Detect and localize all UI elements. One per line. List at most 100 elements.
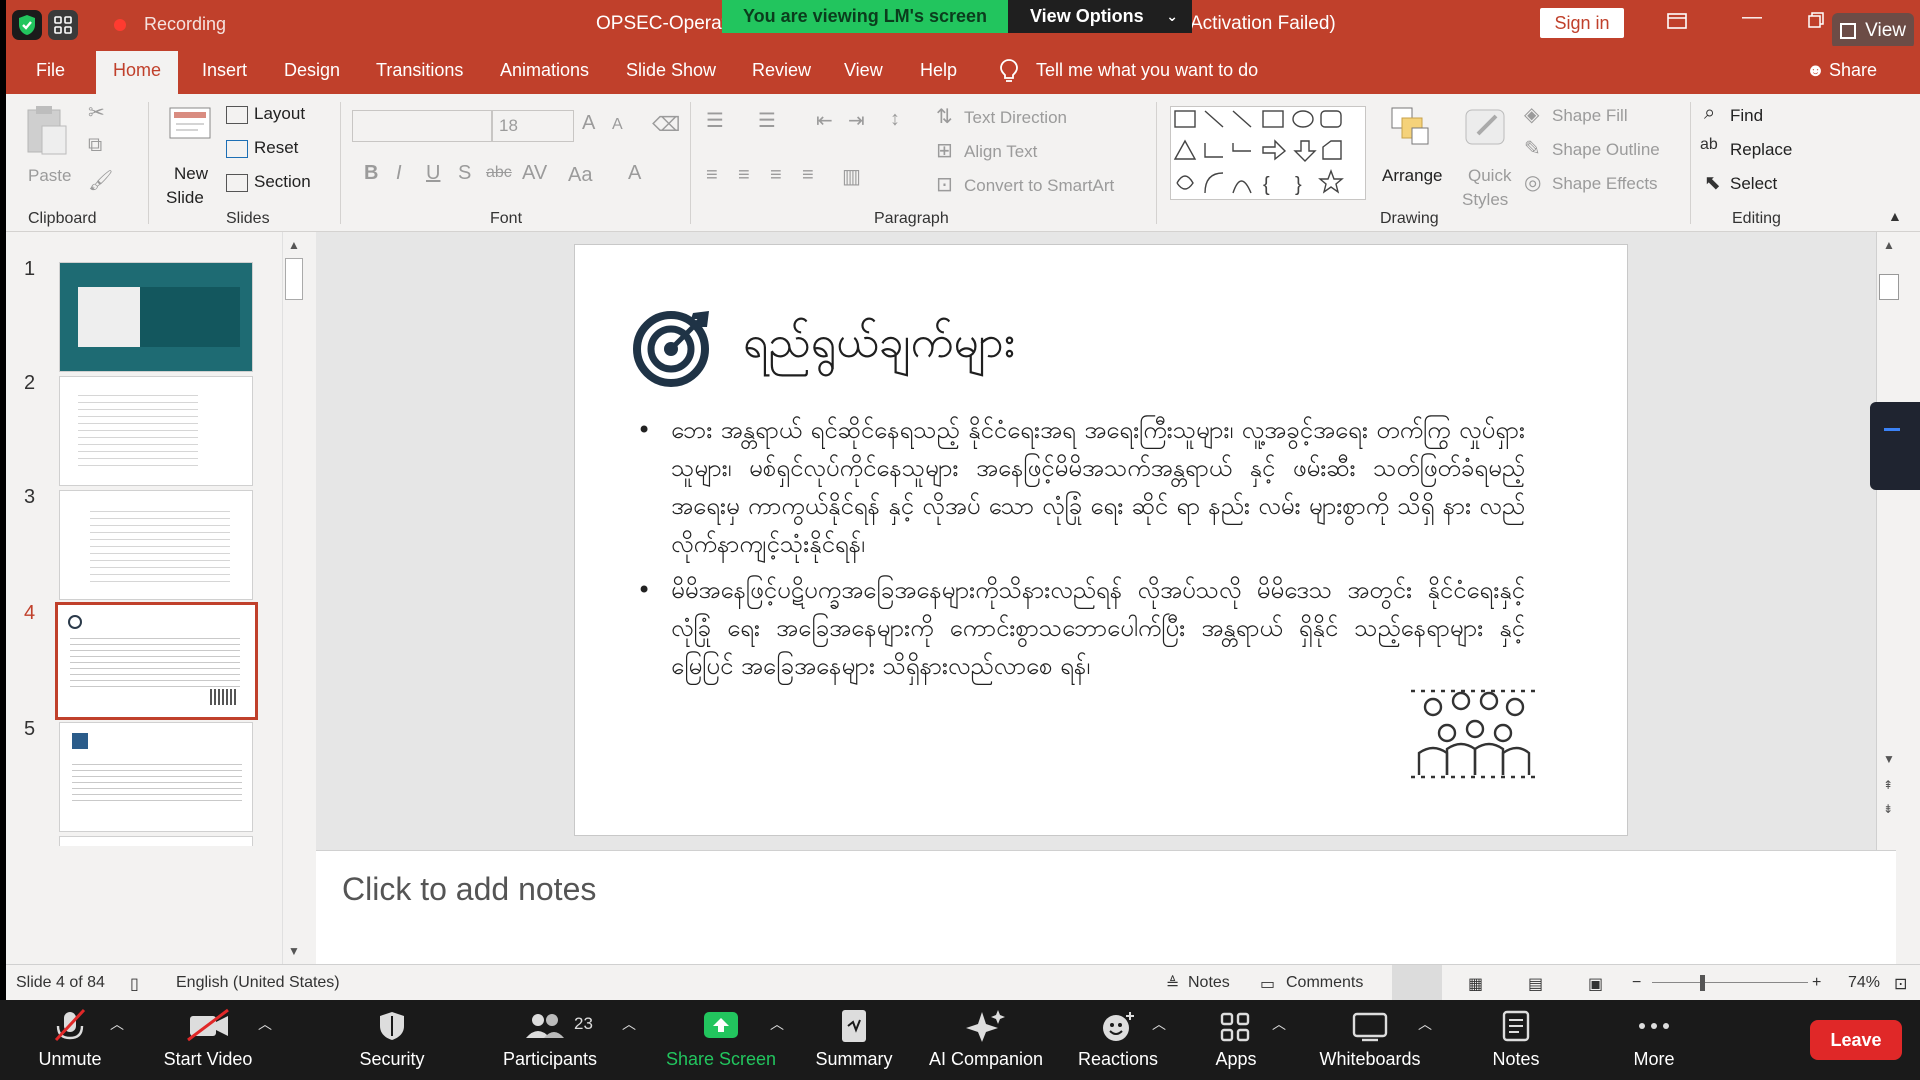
caret-up-icon[interactable]: ︿ — [110, 1014, 124, 1034]
tab-transitions[interactable]: Transitions — [376, 60, 463, 81]
select-button[interactable]: Select — [1730, 174, 1777, 194]
ai-companion-button[interactable]: AI Companion — [920, 1000, 1052, 1080]
shadow-icon[interactable]: S — [458, 162, 471, 185]
char-spacing-icon[interactable]: AV — [522, 162, 547, 185]
share-button[interactable]: ☻ Share — [1806, 60, 1877, 81]
language[interactable]: English (United States) — [176, 974, 340, 992]
font-size-combo[interactable]: 18 — [492, 110, 574, 142]
bullet-item[interactable]: မိမိအနေဖြင့်ပဋိပက္ခအခြေအနေများကိုသိနားလည… — [635, 571, 1525, 685]
apps-button[interactable]: Apps — [1190, 1000, 1282, 1080]
slide-thumbnail-6-partial[interactable] — [59, 836, 253, 846]
tab-review[interactable]: Review — [752, 60, 811, 81]
find-button[interactable]: Find — [1730, 106, 1763, 126]
cut-icon[interactable]: ✂ — [88, 100, 105, 125]
caret-up-icon[interactable]: ︿ — [1152, 1014, 1166, 1034]
caret-up-icon[interactable]: ︿ — [1272, 1014, 1286, 1034]
tab-design[interactable]: Design — [284, 60, 340, 81]
tab-slide-show[interactable]: Slide Show — [626, 60, 716, 81]
scroll-thumb[interactable] — [285, 258, 303, 300]
decrease-font-icon[interactable]: A — [612, 116, 623, 134]
scroll-up-icon[interactable]: ▲ — [288, 238, 300, 252]
tab-animations[interactable]: Animations — [500, 60, 589, 81]
notes-placeholder[interactable]: Click to add notes — [342, 871, 596, 908]
caret-up-icon[interactable]: ︿ — [1418, 1014, 1432, 1034]
ribbon-display-icon[interactable] — [1666, 10, 1688, 38]
collapse-ribbon-icon[interactable]: ▲ — [1888, 208, 1902, 224]
slide-sorter-icon[interactable]: ▦ — [1468, 974, 1483, 994]
slide-thumbnail-1[interactable] — [59, 262, 253, 372]
tab-insert[interactable]: Insert — [202, 60, 247, 81]
normal-view-icon[interactable] — [1392, 965, 1442, 1000]
increase-font-icon[interactable]: A — [582, 112, 595, 135]
scroll-up-icon[interactable]: ▲ — [1883, 238, 1895, 252]
justify-icon[interactable]: ≡ — [802, 164, 814, 187]
zoom-out-icon[interactable]: − — [1632, 974, 1641, 992]
bullets-icon[interactable]: ☰ — [706, 108, 724, 133]
security-button[interactable]: Security — [346, 1000, 438, 1080]
notes-toggle[interactable]: Notes — [1188, 974, 1230, 992]
sign-in-button[interactable]: Sign in — [1540, 8, 1624, 38]
align-center-icon[interactable]: ≡ — [738, 164, 750, 187]
reading-view-icon[interactable]: ▤ — [1528, 974, 1543, 994]
layout-button[interactable]: Layout — [226, 104, 305, 124]
tell-me-search[interactable]: Tell me what you want to do — [1036, 60, 1258, 81]
section-button[interactable]: Section — [226, 172, 311, 192]
slide-scrollbar[interactable]: ▲ ▼ ⇞ ⇟ — [1876, 232, 1900, 850]
align-left-icon[interactable]: ≡ — [706, 164, 718, 187]
font-color-icon[interactable]: A — [628, 162, 641, 185]
italic-icon[interactable]: I — [396, 162, 402, 185]
decrease-indent-icon[interactable]: ⇤ — [816, 108, 833, 133]
caret-up-icon[interactable]: ︿ — [258, 1014, 272, 1034]
prev-slide-icon[interactable]: ⇞ — [1883, 778, 1893, 792]
shield-check-icon[interactable] — [12, 10, 42, 40]
slideshow-icon[interactable]: ▣ — [1588, 974, 1603, 994]
notes-button[interactable]: Notes — [1466, 1000, 1566, 1080]
convert-smartart-button[interactable]: Convert to SmartArt — [964, 176, 1114, 196]
quick-styles-button[interactable]: Quick Styles — [1454, 104, 1520, 209]
paste-button[interactable]: Paste — [22, 104, 72, 200]
replace-button[interactable]: Replace — [1730, 140, 1792, 160]
restore-icon[interactable] — [1806, 10, 1826, 36]
bullet-item[interactable]: ဘေး အန္တရာယ် ရင်ဆိုင်နေရသည့် နိုင်ငံရေးအ… — [635, 411, 1525, 563]
arrange-button[interactable]: Arrange — [1376, 104, 1446, 204]
zoom-slider[interactable] — [1652, 982, 1808, 983]
thumbnails-scrollbar[interactable]: ▲ ▼ — [282, 232, 304, 964]
bold-icon[interactable]: B — [364, 162, 378, 185]
font-name-combo[interactable] — [352, 110, 492, 142]
leave-button[interactable]: Leave — [1810, 1020, 1902, 1060]
slide-thumbnail-3[interactable] — [59, 490, 253, 600]
scroll-down-icon[interactable]: ▼ — [288, 944, 300, 958]
slide-title[interactable]: ရည်ရွယ်ချက်များ — [743, 315, 1015, 379]
caret-up-icon[interactable]: ︿ — [770, 1014, 784, 1034]
notes-pane[interactable]: Click to add notes — [316, 850, 1896, 964]
tab-help[interactable]: Help — [920, 60, 957, 81]
zoom-level[interactable]: 74% — [1848, 974, 1880, 992]
shape-effects-button[interactable]: Shape Effects — [1552, 174, 1658, 194]
recording-indicator[interactable]: Recording — [114, 14, 244, 36]
zoom-in-icon[interactable]: + — [1812, 974, 1821, 992]
shape-fill-button[interactable]: Shape Fill — [1552, 106, 1628, 126]
shape-outline-button[interactable]: Shape Outline — [1552, 140, 1660, 160]
tab-home[interactable]: Home — [96, 51, 179, 94]
minimize-icon[interactable]: — — [1742, 6, 1762, 29]
change-case-button[interactable]: Aa — [568, 164, 592, 187]
spelling-icon[interactable]: ▯ — [130, 974, 139, 994]
participants-button[interactable]: 23 Participants — [494, 1000, 606, 1080]
start-video-button[interactable]: Start Video — [150, 1000, 266, 1080]
line-spacing-icon[interactable]: ↕ — [890, 108, 900, 131]
fit-slide-icon[interactable]: ⊡ — [1894, 974, 1907, 994]
align-text-button[interactable]: Align Text — [964, 142, 1037, 162]
text-direction-button[interactable]: Text Direction — [964, 108, 1067, 128]
whiteboards-button[interactable]: Whiteboards — [1310, 1000, 1430, 1080]
zoom-slider-thumb[interactable] — [1700, 975, 1705, 991]
slide-thumbnail-5[interactable] — [59, 722, 253, 832]
scroll-thumb[interactable] — [1879, 274, 1899, 300]
unmute-button[interactable]: Unmute — [22, 1000, 118, 1080]
next-slide-icon[interactable]: ⇟ — [1883, 802, 1893, 816]
share-screen-button[interactable]: Share Screen — [660, 1000, 782, 1080]
tab-view[interactable]: View — [844, 60, 883, 81]
columns-icon[interactable]: ▥ — [842, 164, 861, 189]
strikethrough-icon[interactable]: abc — [486, 164, 512, 182]
increase-indent-icon[interactable]: ⇥ — [848, 108, 865, 133]
new-slide-button[interactable]: New Slide — [162, 102, 218, 207]
